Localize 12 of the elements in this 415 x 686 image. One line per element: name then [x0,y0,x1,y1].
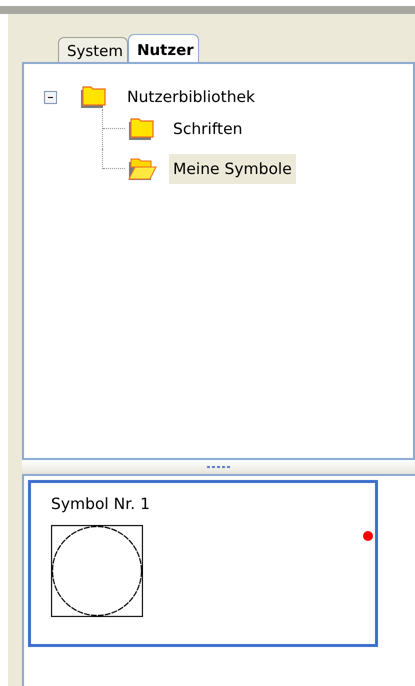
collapse-icon[interactable] [44,90,57,104]
tree-item[interactable]: Nutzerbibliothek [123,82,260,112]
tree-item[interactable]: Schriften [169,114,246,144]
symbol-title: Symbol Nr. 1 [51,495,150,513]
symbol-card[interactable]: Symbol Nr. 1 [28,480,378,647]
marker-dot-icon [363,531,373,541]
open-folder-icon [127,156,157,182]
splitter-handle[interactable] [22,460,415,474]
tab[interactable]: Nutzer [128,34,199,63]
circle-symbol-icon [51,525,143,617]
tab[interactable]: System [58,37,128,62]
tree-item[interactable]: Meine Symbole [169,154,296,184]
